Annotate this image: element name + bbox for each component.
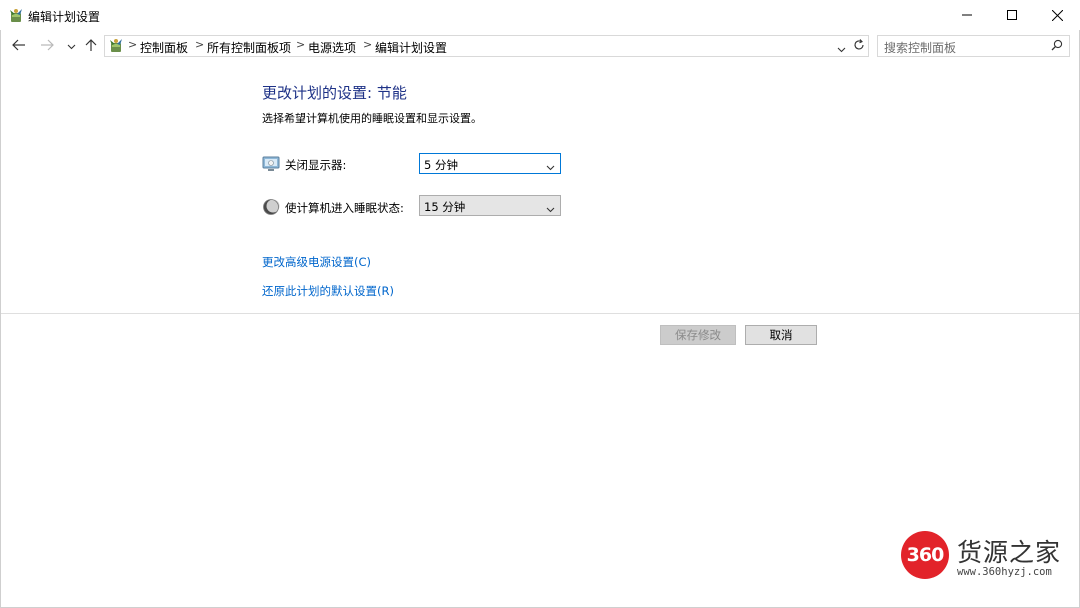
close-icon xyxy=(1051,9,1063,21)
breadcrumb-separator: > xyxy=(128,38,138,51)
breadcrumb-edit-plan[interactable]: 编辑计划设置 xyxy=(375,39,447,56)
chevron-down-icon xyxy=(546,160,555,174)
advanced-power-settings-link[interactable]: 更改高级电源设置(C) xyxy=(262,254,371,270)
back-arrow-icon xyxy=(12,39,26,54)
divider xyxy=(1,313,1079,314)
window-title: 编辑计划设置 xyxy=(28,10,101,24)
address-dropdown-icon[interactable] xyxy=(837,42,846,56)
control-panel-icon xyxy=(108,37,124,56)
recent-locations-button[interactable] xyxy=(64,36,78,56)
forward-arrow-icon xyxy=(40,39,54,54)
sleep-moon-icon xyxy=(262,198,280,216)
power-options-icon xyxy=(8,7,24,23)
page-title: 更改计划的设置: 节能 xyxy=(262,84,407,102)
display-off-label: 关闭显示器: xyxy=(285,158,347,172)
page-description: 选择希望计算机使用的睡眠设置和显示设置。 xyxy=(262,112,482,125)
monitor-icon xyxy=(262,155,280,173)
breadcrumb-separator: > xyxy=(195,38,205,51)
chevron-down-icon xyxy=(67,39,76,53)
refresh-button[interactable] xyxy=(850,36,868,56)
chevron-down-icon xyxy=(546,202,555,216)
breadcrumb-power-options[interactable]: 电源选项 xyxy=(308,39,356,56)
window-frame xyxy=(0,0,1080,608)
breadcrumb-separator: > xyxy=(296,38,306,51)
maximize-icon xyxy=(1007,10,1017,20)
restore-defaults-link[interactable]: 还原此计划的默认设置(R) xyxy=(262,283,394,299)
back-button[interactable] xyxy=(10,36,28,56)
display-off-select[interactable]: 5 分钟 xyxy=(419,153,561,174)
minimize-button[interactable] xyxy=(944,0,990,30)
forward-button[interactable] xyxy=(38,36,56,56)
close-button[interactable] xyxy=(1034,0,1080,30)
breadcrumb-separator: > xyxy=(363,38,373,51)
cancel-button[interactable]: 取消 xyxy=(745,325,817,345)
sleep-label: 使计算机进入睡眠状态: xyxy=(285,201,404,215)
title-bar: 编辑计划设置 xyxy=(0,0,1080,30)
watermark-logo: 360 xyxy=(901,531,949,579)
breadcrumb-all-items[interactable]: 所有控制面板项 xyxy=(207,39,291,56)
search-input[interactable]: 搜索控制面板 xyxy=(877,35,1070,57)
refresh-icon xyxy=(853,38,865,54)
watermark-url: www.360hyzj.com xyxy=(957,566,1052,578)
save-button[interactable]: 保存修改 xyxy=(660,325,736,345)
maximize-button[interactable] xyxy=(989,0,1035,30)
display-off-value: 5 分钟 xyxy=(424,158,458,172)
search-icon xyxy=(1051,39,1063,54)
search-placeholder: 搜索控制面板 xyxy=(884,41,957,55)
address-bar[interactable]: > 控制面板 > 所有控制面板项 > 电源选项 > 编辑计划设置 xyxy=(104,35,869,57)
up-button[interactable] xyxy=(83,36,99,56)
up-arrow-icon xyxy=(85,38,97,55)
breadcrumb-control-panel[interactable]: 控制面板 xyxy=(140,39,188,56)
watermark-badge-text: 360 xyxy=(906,544,945,566)
watermark-name: 货源之家 xyxy=(957,538,1062,567)
sleep-value: 15 分钟 xyxy=(424,200,466,214)
sleep-select[interactable]: 15 分钟 xyxy=(419,195,561,216)
minimize-icon xyxy=(962,10,972,20)
